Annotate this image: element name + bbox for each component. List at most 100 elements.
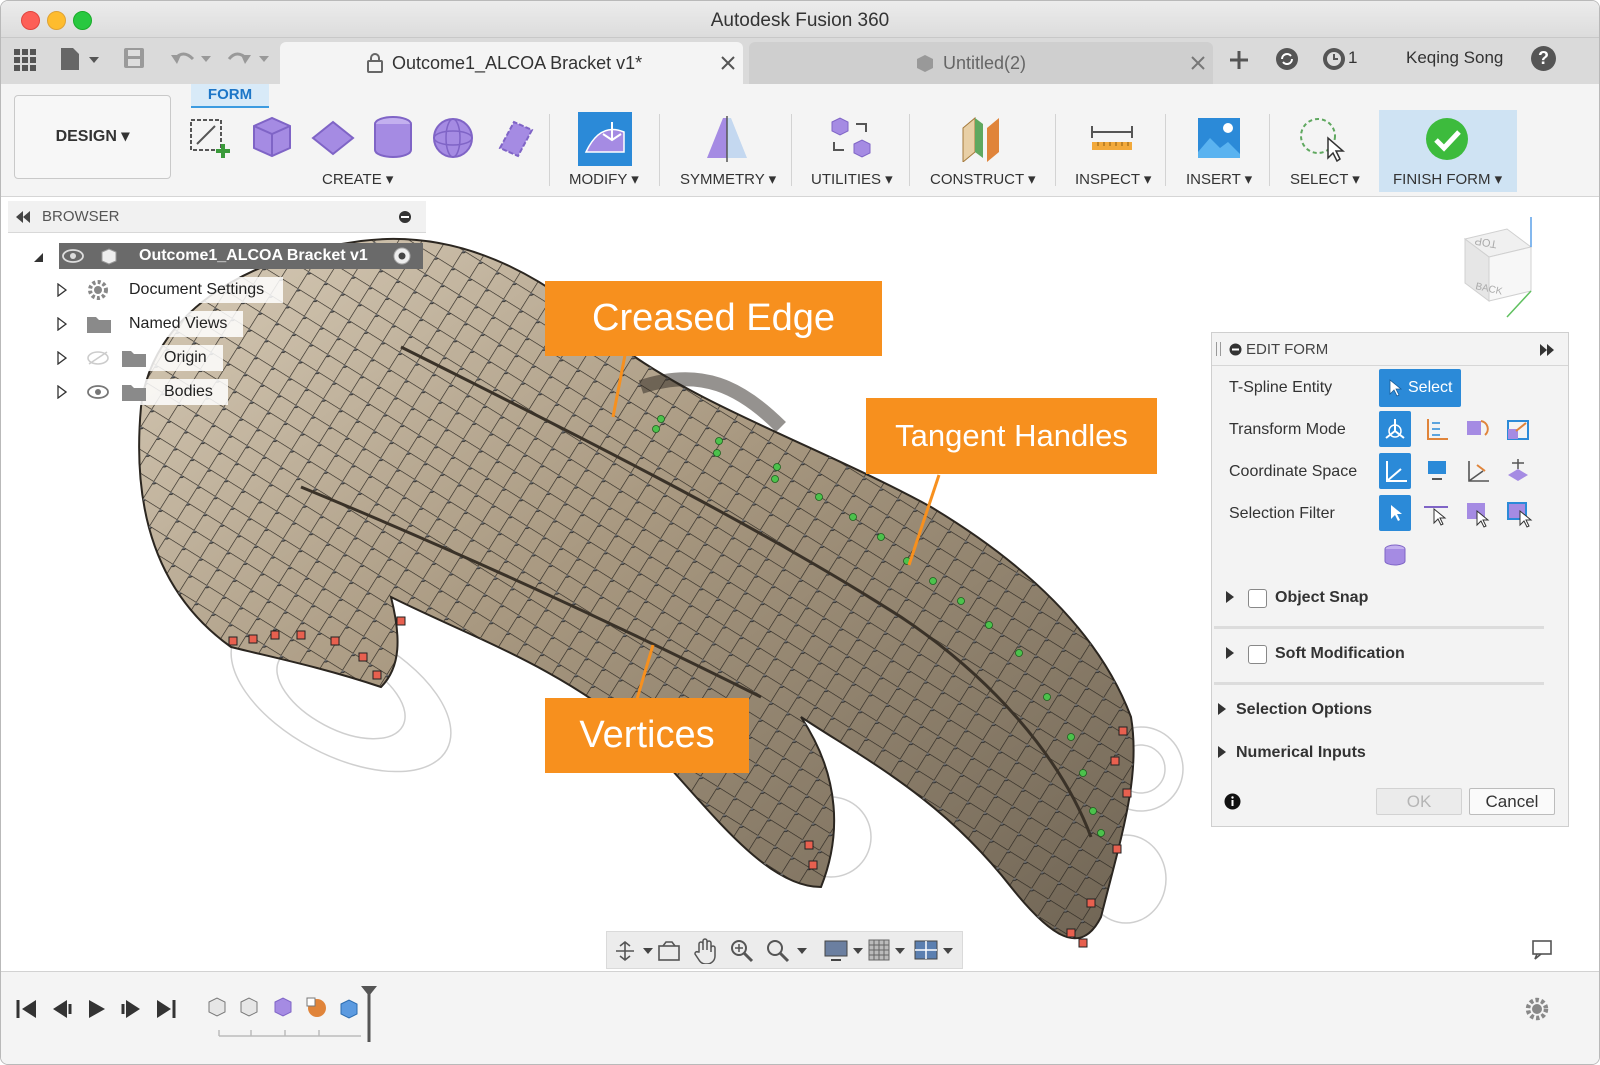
object-snap-expand-icon[interactable]: [1225, 590, 1235, 604]
object-snap-checkbox[interactable]: [1248, 589, 1267, 608]
multi-transform-button[interactable]: [1379, 411, 1411, 447]
cylinder-icon[interactable]: [369, 114, 417, 162]
inspect-menu[interactable]: INSPECT ▾: [1075, 170, 1151, 188]
selection-options-label[interactable]: Selection Options: [1236, 701, 1372, 719]
insert-menu[interactable]: INSERT ▾: [1186, 170, 1252, 188]
mirror-symmetry-icon[interactable]: [703, 114, 751, 162]
orbit-icon[interactable]: [615, 940, 655, 962]
zoom-icon[interactable]: [729, 938, 755, 964]
fit-zoom-icon[interactable]: [765, 938, 811, 964]
step-back-icon[interactable]: [51, 998, 75, 1020]
close-tab-icon[interactable]: [720, 55, 736, 71]
app-grid-icon[interactable]: [14, 49, 36, 71]
sync-icon[interactable]: [1274, 46, 1300, 72]
display-settings-icon[interactable]: [823, 938, 867, 964]
navigation-bar: [606, 931, 963, 969]
translate-mode-icon[interactable]: [1420, 411, 1452, 447]
browser-item-origin[interactable]: Origin: [51, 345, 223, 371]
new-tab-icon[interactable]: [1228, 49, 1250, 71]
undo-icon[interactable]: [169, 47, 217, 71]
collapse-browser-icon[interactable]: [15, 211, 31, 223]
job-status-icon[interactable]: [1321, 46, 1347, 72]
tab-form[interactable]: FORM: [191, 84, 269, 108]
expand-arrow-icon[interactable]: [57, 317, 67, 331]
local-space-icon[interactable]: [1461, 453, 1493, 489]
per-face-space-icon[interactable]: [1502, 453, 1534, 489]
close-tab-icon[interactable]: [1190, 55, 1206, 71]
file-menu-icon[interactable]: [59, 46, 101, 72]
browser-item-named-views[interactable]: Named Views: [51, 311, 243, 337]
utilities-menu[interactable]: UTILITIES ▾: [811, 170, 893, 188]
panel-minimize-icon[interactable]: [1229, 343, 1242, 356]
checkmark-icon: [1426, 118, 1468, 160]
grid-settings-icon[interactable]: [867, 938, 911, 964]
edit-form-icon[interactable]: [578, 112, 632, 166]
browser-options-icon[interactable]: [398, 210, 412, 224]
vertex-filter-button[interactable]: [1379, 495, 1411, 531]
box-icon[interactable]: [248, 114, 296, 162]
body-filter-icon[interactable]: [1502, 495, 1534, 531]
selection-options-expand-icon[interactable]: [1217, 702, 1227, 716]
visibility-eye-icon[interactable]: [62, 249, 84, 263]
construct-plane-icon[interactable]: [959, 114, 1007, 162]
step-forward-icon[interactable]: [118, 998, 142, 1020]
edge-filter-icon[interactable]: [1420, 495, 1452, 531]
help-icon[interactable]: ?: [1531, 46, 1556, 71]
timeline-features[interactable]: [203, 984, 388, 1044]
select-menu[interactable]: SELECT ▾: [1290, 170, 1360, 188]
view-space-icon[interactable]: [1420, 453, 1452, 489]
play-icon[interactable]: [85, 998, 109, 1020]
workspace-switcher[interactable]: DESIGN ▾: [14, 95, 171, 179]
browser-item-document-settings[interactable]: Document Settings: [51, 277, 283, 303]
plane-icon[interactable]: [309, 114, 357, 162]
look-at-icon[interactable]: [657, 940, 681, 962]
modify-menu[interactable]: MODIFY ▾: [569, 170, 639, 188]
construct-menu[interactable]: CONSTRUCT ▾: [930, 170, 1036, 188]
expand-arrow-icon[interactable]: [57, 283, 67, 297]
soft-modification-expand-icon[interactable]: [1225, 646, 1235, 660]
numerical-inputs-label[interactable]: Numerical Inputs: [1236, 744, 1366, 762]
select-lasso-icon[interactable]: [1298, 114, 1346, 162]
visibility-eye-icon[interactable]: [86, 385, 110, 399]
sphere-icon[interactable]: [429, 114, 477, 162]
hidden-eye-icon[interactable]: [86, 351, 110, 365]
expand-arrow-icon[interactable]: [57, 351, 67, 365]
go-to-end-icon[interactable]: [154, 998, 178, 1020]
info-icon[interactable]: [1224, 793, 1241, 810]
convert-utility-icon[interactable]: [828, 114, 876, 162]
pan-hand-icon[interactable]: [693, 938, 717, 964]
timeline-settings-gear-icon[interactable]: [1524, 996, 1550, 1022]
viewcube[interactable]: TOP BACK: [1447, 207, 1547, 327]
ok-button[interactable]: OK: [1376, 788, 1462, 815]
save-icon[interactable]: [122, 46, 146, 70]
face-filter-icon[interactable]: [1461, 495, 1493, 531]
browser-root-row[interactable]: Outcome1_ALCOA Bracket v1: [29, 243, 424, 269]
expand-panel-icon[interactable]: [1539, 344, 1555, 356]
create-form-sketch-icon[interactable]: [187, 114, 235, 162]
collapse-arrow-icon[interactable]: [33, 251, 45, 263]
expand-arrow-icon[interactable]: [57, 385, 67, 399]
tspline-select-button[interactable]: Select: [1379, 369, 1461, 407]
tab-outcome1[interactable]: Outcome1_ALCOA Bracket v1*: [280, 42, 743, 84]
tab-untitled[interactable]: Untitled(2): [749, 42, 1213, 84]
soft-modification-checkbox[interactable]: [1248, 645, 1267, 664]
comments-icon[interactable]: [1531, 939, 1555, 961]
measure-icon[interactable]: [1088, 114, 1136, 162]
body-select-icon[interactable]: [1379, 537, 1411, 573]
browser-item-bodies[interactable]: Bodies: [51, 379, 228, 405]
cancel-button[interactable]: Cancel: [1469, 788, 1555, 815]
create-menu[interactable]: CREATE ▾: [322, 170, 393, 188]
quadball-icon[interactable]: [490, 114, 538, 162]
scale-mode-icon[interactable]: [1502, 411, 1534, 447]
activate-radio-icon[interactable]: [393, 247, 411, 265]
viewports-icon[interactable]: [913, 938, 957, 964]
redo-icon[interactable]: [225, 47, 273, 71]
rotate-mode-icon[interactable]: [1461, 411, 1493, 447]
numerical-inputs-expand-icon[interactable]: [1217, 745, 1227, 759]
go-to-start-icon[interactable]: [15, 998, 39, 1020]
panel-drag-handle[interactable]: [1216, 342, 1221, 356]
symmetry-menu[interactable]: SYMMETRY ▾: [680, 170, 776, 188]
world-space-button[interactable]: [1379, 453, 1411, 489]
user-name[interactable]: Keqing Song: [1406, 48, 1503, 68]
insert-image-icon[interactable]: [1196, 114, 1244, 162]
